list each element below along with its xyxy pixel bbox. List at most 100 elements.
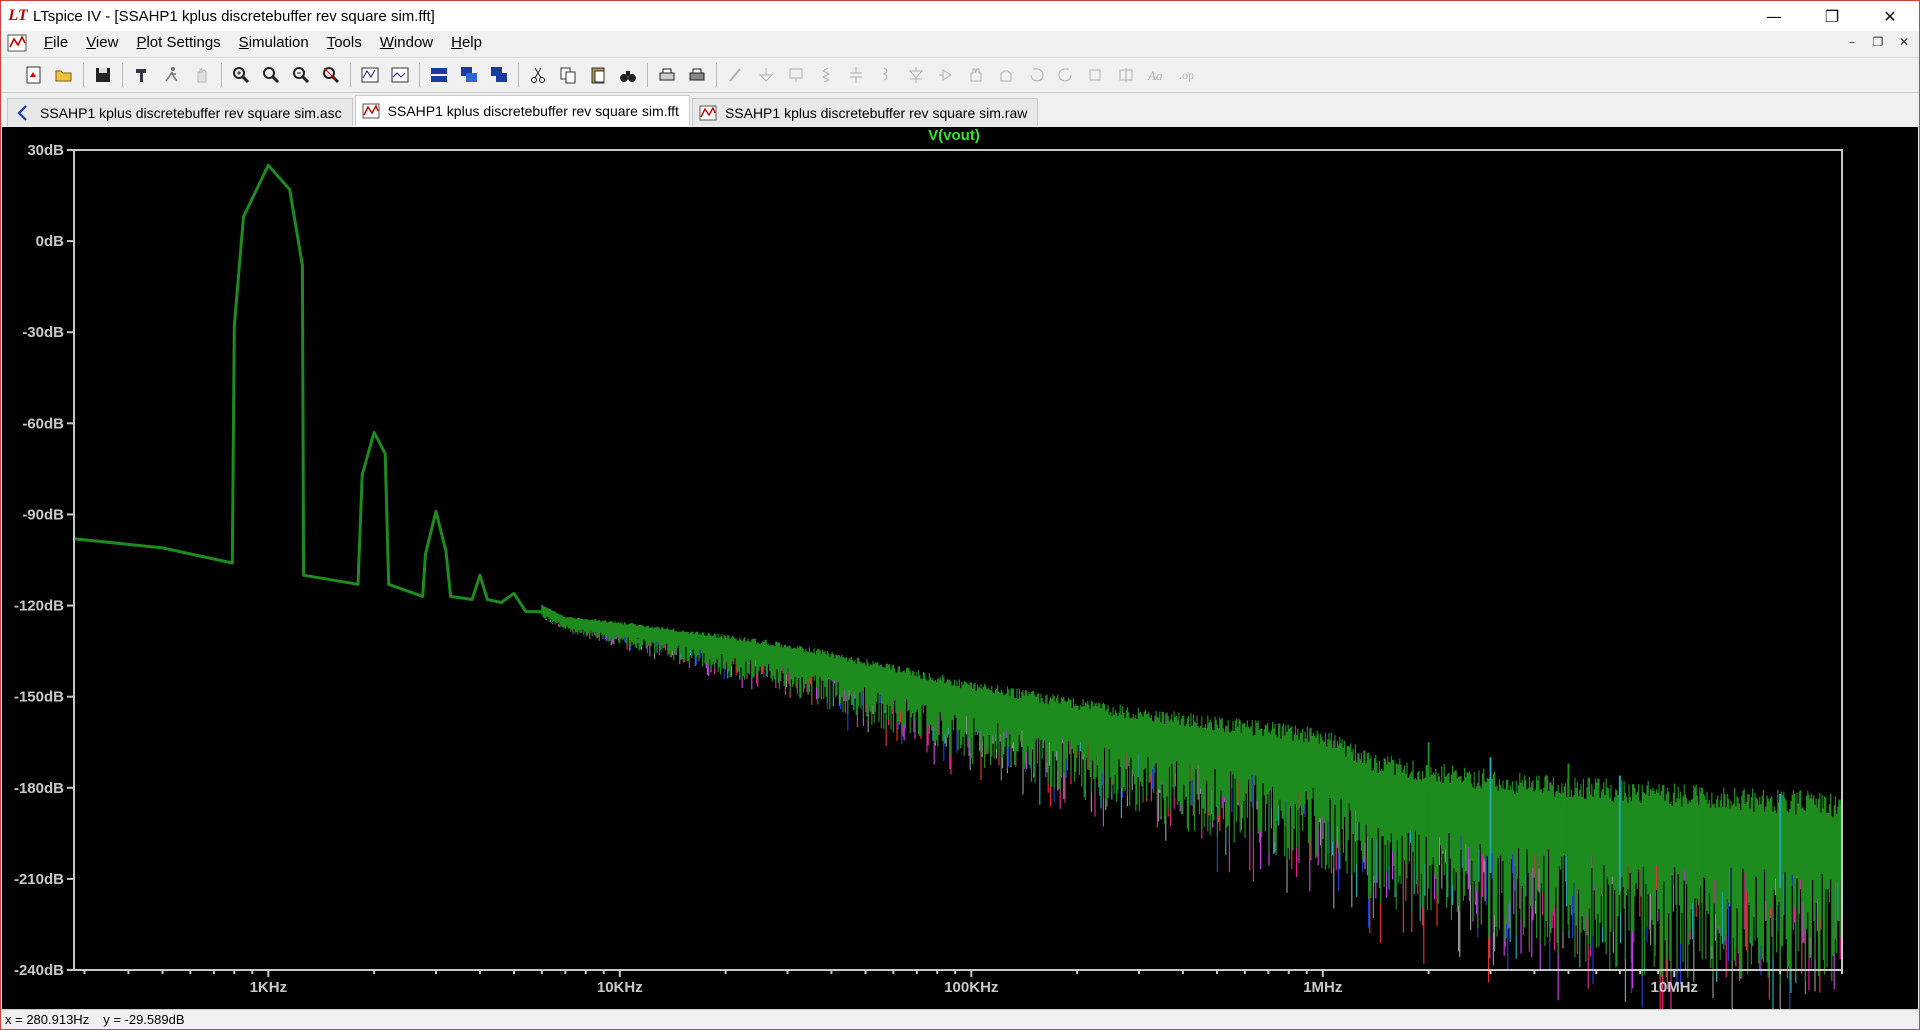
- autorange-x-button[interactable]: [387, 62, 413, 88]
- y-tick-label: -90dB: [22, 506, 64, 523]
- zoom-in-icon: [233, 67, 250, 84]
- floppy-icon: [96, 68, 110, 82]
- diode-button[interactable]: [903, 62, 929, 88]
- mirror-button[interactable]: [1113, 62, 1139, 88]
- cascade-button[interactable]: [456, 62, 482, 88]
- zoom-out-icon: [293, 67, 310, 84]
- window-title: LTspice IV - [SSAHP1 kplus discretebuffe…: [33, 7, 435, 25]
- window-controls: — ❐ ✕: [1745, 1, 1919, 31]
- restore-button[interactable]: ❐: [1803, 1, 1861, 31]
- cursor-y-readout: y = -29.589dB: [103, 1012, 185, 1027]
- menu-tools[interactable]: Tools: [318, 31, 371, 55]
- autorange-y-button[interactable]: [357, 62, 383, 88]
- find-button[interactable]: [615, 62, 641, 88]
- zoom-fit-button[interactable]: [318, 62, 344, 88]
- cascade-icon: [461, 67, 477, 82]
- toolbar-separator: [518, 63, 519, 87]
- y-tick-label: -60dB: [22, 415, 64, 432]
- y-tick-label: -210dB: [14, 871, 64, 888]
- noise-traces: [541, 605, 1842, 1009]
- undo-icon: [1030, 68, 1044, 82]
- undo-button[interactable]: [1023, 62, 1049, 88]
- open-button[interactable]: [51, 62, 77, 88]
- tile-horizontal-button[interactable]: [426, 62, 452, 88]
- ground-button[interactable]: [753, 62, 779, 88]
- x-tick-label: 1MHz: [1303, 979, 1342, 996]
- inductor-button[interactable]: [873, 62, 899, 88]
- menu-simulation[interactable]: Simulation: [230, 31, 318, 55]
- mdi-close-button[interactable]: ✕: [1895, 33, 1913, 51]
- zoom-fit-icon: [323, 67, 340, 84]
- capacitor-button[interactable]: [843, 62, 869, 88]
- resistor-button[interactable]: [813, 62, 839, 88]
- ltspice-logo-icon: LT: [8, 7, 28, 24]
- x-tick-label: 100KHz: [944, 979, 998, 996]
- tab-schematic[interactable]: SSAHP1 kplus discretebuffer rev square s…: [7, 98, 353, 126]
- tab-fft[interactable]: SSAHP1 kplus discretebuffer rev square s…: [354, 95, 690, 126]
- redo-button[interactable]: [1053, 62, 1079, 88]
- halt-button[interactable]: [189, 62, 215, 88]
- tab-raw[interactable]: SSAHP1 kplus discretebuffer rev square s…: [691, 98, 1039, 126]
- cut-button[interactable]: [525, 62, 551, 88]
- ltspice-window: LT LTspice IV - [SSAHP1 kplus discretebu…: [0, 0, 1920, 1030]
- tile-vertical-button[interactable]: [486, 62, 512, 88]
- component-icon: [939, 69, 952, 81]
- save-button[interactable]: [90, 62, 116, 88]
- diode-icon: [908, 67, 924, 83]
- clipboard-icon: [591, 67, 605, 84]
- toolbar-separator: [647, 63, 648, 87]
- waveform-doc-icon[interactable]: [7, 33, 29, 53]
- tile-horizontal-icon: [431, 68, 447, 82]
- toolbar-separator: [221, 63, 222, 87]
- y-tick-label: 0dB: [36, 233, 65, 250]
- tab-label: SSAHP1 kplus discretebuffer rev square s…: [40, 104, 342, 121]
- move-button[interactable]: [963, 62, 989, 88]
- y-tick-label: -30dB: [22, 324, 64, 341]
- paste-button[interactable]: [585, 62, 611, 88]
- menu-help[interactable]: Help: [442, 31, 491, 55]
- zoom-out-button[interactable]: [288, 62, 314, 88]
- label-net-button[interactable]: [783, 62, 809, 88]
- tab-label: SSAHP1 kplus discretebuffer rev square s…: [387, 103, 679, 119]
- menu-bar: File View Plot Settings Simulation Tools…: [1, 31, 1919, 55]
- waveform-icon: [362, 103, 380, 119]
- pan-button[interactable]: [258, 62, 284, 88]
- mdi-minimize-button[interactable]: –: [1843, 33, 1861, 51]
- menu-view[interactable]: View: [77, 31, 127, 55]
- text-button[interactable]: Aa: [1143, 62, 1169, 88]
- menu-window[interactable]: Window: [371, 31, 442, 55]
- y-tick-label: -180dB: [14, 780, 64, 797]
- new-schematic-button[interactable]: [21, 62, 47, 88]
- waveform-plot-pane[interactable]: 30dB 0dB -30dB -60dB -90dB -120dB -150dB -180dB…: [2, 127, 1918, 1009]
- control-panel-button[interactable]: [129, 62, 155, 88]
- mdi-restore-button[interactable]: ❐: [1869, 33, 1887, 51]
- magnifier-icon: [263, 67, 280, 84]
- resistor-icon: [821, 67, 831, 83]
- y-tick-label: -240dB: [14, 962, 64, 979]
- component-button[interactable]: [933, 62, 959, 88]
- copy-button[interactable]: [555, 62, 581, 88]
- inductor-icon: [882, 67, 888, 81]
- run-button[interactable]: [159, 62, 185, 88]
- spice-directive-button[interactable]: .op: [1173, 62, 1199, 88]
- rotate-button[interactable]: [1083, 62, 1109, 88]
- y-tick-label: -120dB: [14, 598, 64, 615]
- print-setup-button[interactable]: [654, 62, 680, 88]
- tile-vertical-icon: [491, 67, 507, 82]
- status-bar: x = 280.913Hz y = -29.589dB: [1, 1009, 1919, 1029]
- fft-chart[interactable]: 30dB 0dB -30dB -60dB -90dB -120dB -150dB -180dB…: [2, 127, 1918, 1009]
- menu-plot-settings[interactable]: Plot Settings: [127, 31, 229, 55]
- print-button[interactable]: [684, 62, 710, 88]
- document-tabs: SSAHP1 kplus discretebuffer rev square s…: [1, 94, 1919, 126]
- tab-label: SSAHP1 kplus discretebuffer rev square s…: [724, 104, 1028, 121]
- menu-file[interactable]: File: [35, 31, 77, 55]
- zoom-area-button[interactable]: [228, 62, 254, 88]
- trace-title[interactable]: V(vout): [928, 127, 980, 144]
- ground-icon: [758, 68, 774, 82]
- drag-button[interactable]: [993, 62, 1019, 88]
- draw-wire-button[interactable]: [723, 62, 749, 88]
- minimize-button[interactable]: —: [1745, 1, 1803, 31]
- close-button[interactable]: ✕: [1861, 1, 1919, 31]
- toolbar-separator: [122, 63, 123, 87]
- capacitor-icon: [850, 67, 862, 83]
